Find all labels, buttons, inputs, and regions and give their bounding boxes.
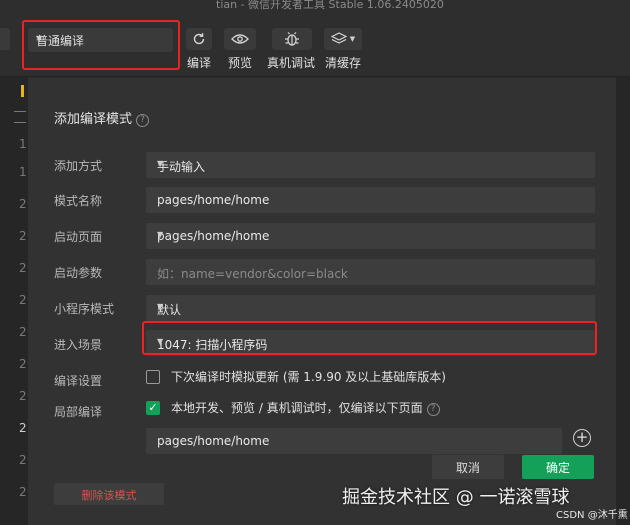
compile-label: 编译	[187, 56, 212, 70]
line-number: 2	[19, 421, 27, 435]
start-page-select[interactable]: pages/home/home ▼	[146, 223, 595, 249]
partial-compile-label: 局部编译	[54, 405, 103, 419]
preview-label: 预览	[228, 56, 253, 70]
watermark-csdn: CSDN @沐千熏	[556, 510, 628, 521]
start-page-label: 启动页面	[54, 230, 103, 244]
cancel-button[interactable]: 取消	[432, 455, 504, 479]
delete-mode-button[interactable]: 删除该模式	[54, 483, 164, 505]
add-compile-mode-dialog: 添加编译模式? 添加方式 手动输入 ▼ 模式名称 pages/home/home…	[28, 78, 616, 525]
layers-icon	[330, 32, 347, 44]
compile-settings-label: 编译设置	[54, 374, 103, 388]
window-title: tian - 微信开发者工具 Stable 1.06.2405020	[216, 0, 444, 11]
line-number: 2	[19, 325, 27, 339]
start-params-placeholder: 如：name=vendor&color=black	[157, 267, 348, 281]
mode-name-value: pages/home/home	[157, 193, 270, 207]
dialog-title: 添加编译模式?	[54, 108, 150, 127]
line-number: 1	[19, 137, 27, 151]
partial-compile-page-input[interactable]: pages/home/home	[146, 428, 562, 454]
partial-compile-checkbox[interactable]: ✓	[146, 401, 160, 415]
line-number: 2	[19, 357, 27, 371]
editor-gutter: 1 1 2 2 2 2 2 2 2 2 2 2	[0, 77, 28, 525]
scene-label: 进入场景	[54, 338, 103, 352]
simulate-update-checkbox[interactable]	[146, 370, 160, 384]
line-number: 1	[19, 165, 27, 179]
mini-program-mode-label: 小程序模式	[54, 302, 115, 316]
eye-icon	[231, 34, 249, 44]
line-number: 2	[19, 389, 27, 403]
add-method-label: 添加方式	[54, 159, 103, 173]
line-number: 2	[19, 485, 27, 499]
cancel-label: 取消	[455, 461, 480, 475]
list-icon	[14, 111, 26, 123]
mode-name-label: 模式名称	[54, 194, 103, 208]
dialog-title-text: 添加编译模式	[54, 112, 133, 127]
add-method-select[interactable]: 手动输入 ▼	[146, 152, 595, 178]
refresh-icon	[193, 33, 205, 45]
chevron-down-icon: ▼	[157, 302, 164, 311]
add-page-button[interactable]: +	[573, 429, 591, 447]
simulate-update-text: 下次编译时模拟更新 (需 1.9.90 及以上基础库版本)	[171, 370, 446, 384]
toolbar: 普通编译 ▼ ▼ 编译 预览 真机调试 清缓存	[0, 16, 630, 77]
help-icon[interactable]: ?	[136, 114, 150, 127]
chevron-down-icon: ▼	[157, 159, 164, 168]
compile-button[interactable]	[186, 28, 212, 50]
real-device-debug-button[interactable]	[272, 28, 312, 50]
window-titlebar: tian - 微信开发者工具 Stable 1.06.2405020	[0, 0, 630, 16]
confirm-label: 确定	[545, 461, 570, 475]
line-number: 2	[19, 261, 27, 275]
help-icon[interactable]: ?	[426, 403, 440, 416]
partial-compile-text-value: 本地开发、预览 / 真机调试时，仅编译以下页面	[171, 401, 423, 415]
bug-icon	[285, 32, 299, 46]
highlight-box-scene	[142, 321, 597, 355]
mode-name-input[interactable]: pages/home/home	[146, 187, 595, 213]
partial-compile-page-value: pages/home/home	[157, 434, 270, 448]
chevron-down-icon: ▼	[349, 35, 356, 43]
editor-scroll-area	[616, 77, 630, 525]
editor-marker	[21, 85, 24, 97]
line-number: 2	[19, 453, 27, 467]
preview-button[interactable]	[224, 28, 256, 50]
line-number: 2	[19, 293, 27, 307]
real-device-debug-label: 真机调试	[267, 56, 316, 70]
chevron-down-icon: ▼	[157, 230, 164, 239]
line-number: 2	[19, 229, 27, 243]
start-params-input[interactable]: 如：name=vendor&color=black	[146, 259, 595, 285]
clear-cache-button[interactable]: ▼	[324, 28, 362, 50]
mini-program-mode-select[interactable]: 默认 ▼	[146, 295, 595, 321]
partial-compile-text: 本地开发、预览 / 真机调试时，仅编译以下页面?	[171, 399, 440, 416]
line-number: 2	[19, 197, 27, 211]
start-params-label: 启动参数	[54, 266, 103, 280]
highlight-box-mode	[22, 20, 180, 70]
confirm-button[interactable]: 确定	[522, 455, 594, 479]
toolbar-left-button[interactable]	[0, 28, 10, 50]
delete-mode-label: 删除该模式	[81, 489, 137, 502]
clear-cache-label: 清缓存	[325, 56, 362, 70]
watermark-juejin: 掘金技术社区 @ 一诺滚雪球	[342, 487, 570, 508]
